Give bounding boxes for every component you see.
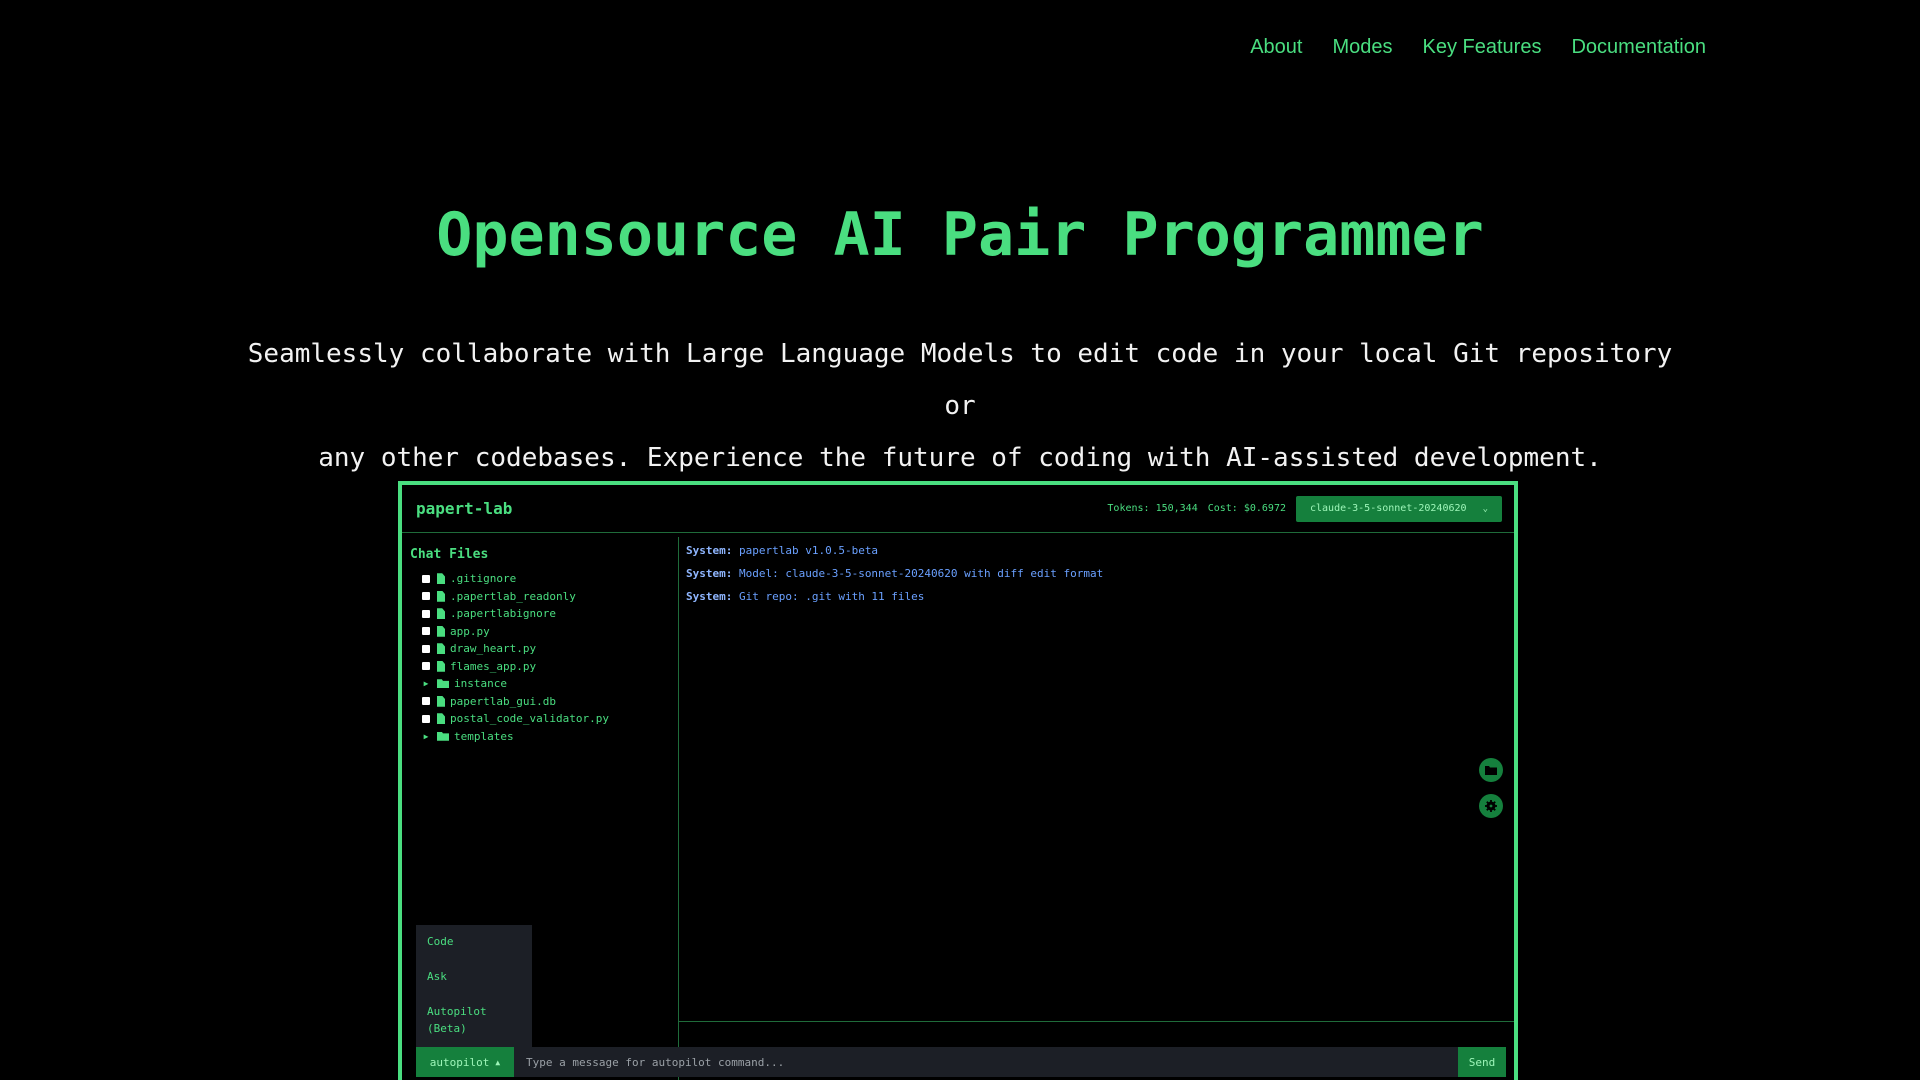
model-select[interactable]: claude-3-5-sonnet-20240620 ⌄: [1296, 495, 1502, 522]
gear-icon: [1485, 800, 1497, 812]
file-name: papertlab_gui.db: [450, 694, 556, 708]
folder-name: instance: [454, 677, 507, 691]
app-body: Chat Files .gitignore .papertlab_readonl…: [402, 537, 1514, 1080]
file-checkbox[interactable]: [422, 714, 430, 723]
file-tree: .gitignore .papertlab_readonly .papertla…: [402, 570, 678, 745]
top-nav: About Modes Key Features Documentation: [1250, 36, 1706, 59]
app-screenshot: papert-lab Tokens: 150,344 Cost: $0.6972…: [398, 481, 1518, 1080]
file-item[interactable]: papertlab_gui.db: [422, 693, 678, 711]
expand-arrow-icon[interactable]: ▶: [422, 732, 430, 741]
file-item[interactable]: .gitignore: [422, 570, 678, 588]
file-icon: [437, 608, 445, 620]
mode-option-ask[interactable]: Ask: [427, 968, 447, 985]
file-icon: [437, 625, 445, 637]
usage-stats: Tokens: 150,344 Cost: $0.6972: [1107, 503, 1286, 514]
file-icon: [437, 695, 445, 707]
file-icon: [437, 643, 445, 655]
mode-toggle-button[interactable]: autopilot ▲: [416, 1047, 514, 1077]
message-prefix: System:: [686, 590, 733, 603]
file-name: .papertlabignore: [450, 607, 556, 621]
folder-name: templates: [454, 729, 514, 743]
expand-arrow-icon[interactable]: ▶: [422, 679, 430, 688]
system-message: System: Git repo: .git with 11 files: [686, 585, 1514, 608]
file-item[interactable]: flames_app.py: [422, 658, 678, 676]
nav-documentation-link[interactable]: Documentation: [1571, 36, 1706, 59]
message-prefix: System:: [686, 544, 733, 557]
cost-value: Cost: $0.6972: [1207, 503, 1286, 514]
message-input-bar: autopilot ▲ Send: [416, 1047, 1506, 1077]
header-right: Tokens: 150,344 Cost: $0.6972 claude-3-5…: [1107, 495, 1502, 522]
message-text: papertlab v1.0.5-beta: [738, 544, 879, 557]
mode-option-autopilot-line-1: Autopilot: [427, 1005, 487, 1018]
chevron-down-icon: ⌄: [1482, 503, 1488, 514]
file-name: app.py: [450, 624, 490, 638]
app-header: papert-lab Tokens: 150,344 Cost: $0.6972…: [402, 485, 1514, 533]
file-icon: [437, 573, 445, 585]
file-name: postal_code_validator.py: [450, 712, 609, 726]
folder-button[interactable]: [1479, 758, 1503, 782]
file-checkbox[interactable]: [422, 627, 430, 636]
mode-dropdown-menu: Code Ask Autopilot (Beta): [416, 925, 532, 1049]
system-message: System: Model: claude-3-5-sonnet-2024062…: [686, 562, 1514, 585]
file-name: draw_heart.py: [450, 642, 537, 656]
file-icon: [437, 713, 445, 725]
file-item[interactable]: .papertlabignore: [422, 605, 678, 623]
folder-icon: [437, 679, 449, 689]
file-name: .papertlab_readonly: [450, 589, 576, 603]
folder-icon: [1485, 766, 1497, 775]
file-icon: [437, 590, 445, 602]
sidebar-title: Chat Files: [410, 547, 489, 562]
file-checkbox[interactable]: [422, 644, 430, 653]
app-title: papert-lab: [416, 499, 513, 518]
nav-about-link[interactable]: About: [1250, 36, 1302, 59]
file-name: .gitignore: [450, 572, 517, 586]
file-checkbox[interactable]: [422, 662, 430, 671]
hero-subtitle-line-2: any other codebases. Experience the futu…: [318, 443, 1602, 473]
settings-button[interactable]: [1479, 794, 1503, 818]
mode-option-code[interactable]: Code: [427, 933, 454, 950]
file-checkbox[interactable]: [422, 592, 430, 601]
hero-title: Opensource AI Pair Programmer: [436, 200, 1484, 270]
file-icon: [437, 660, 445, 672]
file-item[interactable]: .papertlab_readonly: [422, 588, 678, 606]
file-checkbox[interactable]: [422, 697, 430, 706]
tokens-count: Tokens: 150,344: [1107, 503, 1198, 514]
file-item[interactable]: app.py: [422, 623, 678, 641]
mode-option-autopilot-line-2: (Beta): [427, 1022, 467, 1035]
hero-subtitle-line-1: Seamlessly collaborate with Large Langua…: [247, 339, 1673, 421]
mode-option-autopilot[interactable]: Autopilot (Beta): [427, 1003, 487, 1037]
chat-files-sidebar: Chat Files .gitignore .papertlab_readonl…: [402, 537, 679, 1080]
send-button[interactable]: Send: [1458, 1047, 1506, 1077]
hero-subtitle: Seamlessly collaborate with Large Langua…: [230, 328, 1690, 484]
message-text: Model: claude-3-5-sonnet-20240620 with d…: [738, 567, 1104, 580]
message-text: Git repo: .git with 11 files: [738, 590, 925, 603]
mode-toggle-label: autopilot: [429, 1055, 490, 1069]
nav-key-features-link[interactable]: Key Features: [1423, 36, 1542, 59]
chat-panel: System: papertlab v1.0.5-beta System: Mo…: [679, 537, 1514, 1022]
file-checkbox[interactable]: [422, 609, 430, 618]
folder-item[interactable]: ▶ templates: [422, 728, 678, 746]
folder-item[interactable]: ▶ instance: [422, 675, 678, 693]
nav-modes-link[interactable]: Modes: [1332, 36, 1392, 59]
file-item[interactable]: postal_code_validator.py: [422, 710, 678, 728]
file-item[interactable]: draw_heart.py: [422, 640, 678, 658]
folder-icon: [437, 731, 449, 741]
chevron-up-icon: ▲: [495, 1057, 501, 1067]
file-checkbox[interactable]: [422, 574, 430, 583]
file-name: flames_app.py: [450, 659, 537, 673]
system-message: System: papertlab v1.0.5-beta: [686, 539, 1514, 562]
message-prefix: System:: [686, 567, 733, 580]
message-input[interactable]: [514, 1047, 1458, 1077]
model-select-value: claude-3-5-sonnet-20240620: [1310, 503, 1467, 514]
